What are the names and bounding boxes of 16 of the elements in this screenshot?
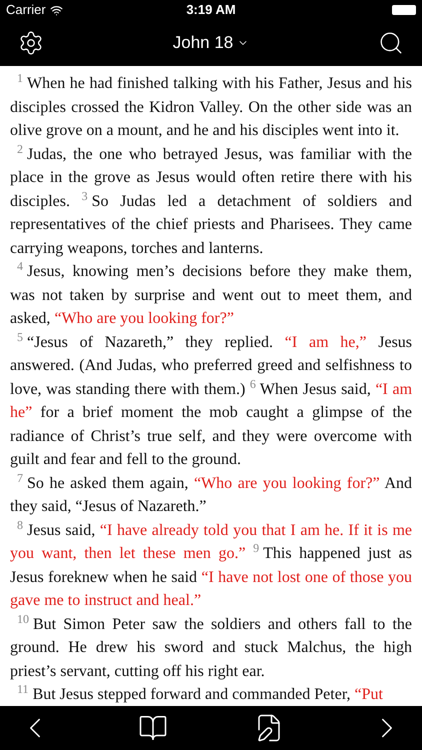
verse-paragraph: $^{10}$ But Simon Peter saw the soldiers and others fall to the ground. He drew his sword and stuck Malchus, the high priest’s servant, cutting off his right ear.	[10, 612, 412, 682]
battery-icon	[392, 5, 416, 15]
chapter-selector[interactable]: John 18	[172, 30, 250, 56]
verse-paragraph: $^{7}$ So he asked them again, “Who are you looking for?” And they said, “Jesus of Nazareth.”	[10, 472, 412, 517]
verse-paragraph: $^{5}$ “Jesus of Nazareth,” they replied. “I am he,” Jesus answered. (And Judas, who preferred greed and selfishness to love, was standing there with them.) $^{6}$ When Jesus said, “I am he” for a brief moment the mob caught a glimpse of the radiance of Christ’s true self, and they were overcome with guilt and fear and fell to the ground.	[10, 330, 412, 470]
book-icon[interactable]	[138, 713, 168, 743]
verse-paragraph: $^{4}$ Jesus, knowing men’s decisions before they make them, was not taken by surprise and went out to meet them, and asked, “Who are you looking for?”	[10, 260, 412, 329]
wifi-icon	[50, 4, 63, 16]
carrier-label: Carrier	[6, 1, 46, 20]
settings-icon[interactable]	[18, 30, 44, 56]
verse-paragraph: $^{2}$ Judas, the one who betrayed Jesus, was familiar with the place in the grove as Jesus would often retire there with his disciples. $^{3}$ So Judas led a detachment of soldiers and representatives of the chief priests and Pharisees. They came carrying weapons, torches and lanterns.	[10, 142, 412, 258]
search-icon[interactable]	[378, 30, 404, 56]
verse-paragraph: $^{11}$ But Jesus stepped forward and commanded Peter, “Put	[16, 683, 384, 705]
status-time: 3:19 AM	[186, 1, 236, 20]
verse-paragraph: $^{8}$ Jesus said, “I have already told you that I am he. If it is me you want, then let these men go.” $^{9}$ This happened just as Jesus foreknew when he said “I have not lost one of those you gave me to instruct and heal.”	[10, 518, 412, 611]
verse-paragraph: $^{1}$ When he had finished talking with his Father, Jesus and his disciples crossed the Kidron Valley. On the other side was an olive grove on a mount, and he and his disciples went into it.	[10, 72, 412, 141]
